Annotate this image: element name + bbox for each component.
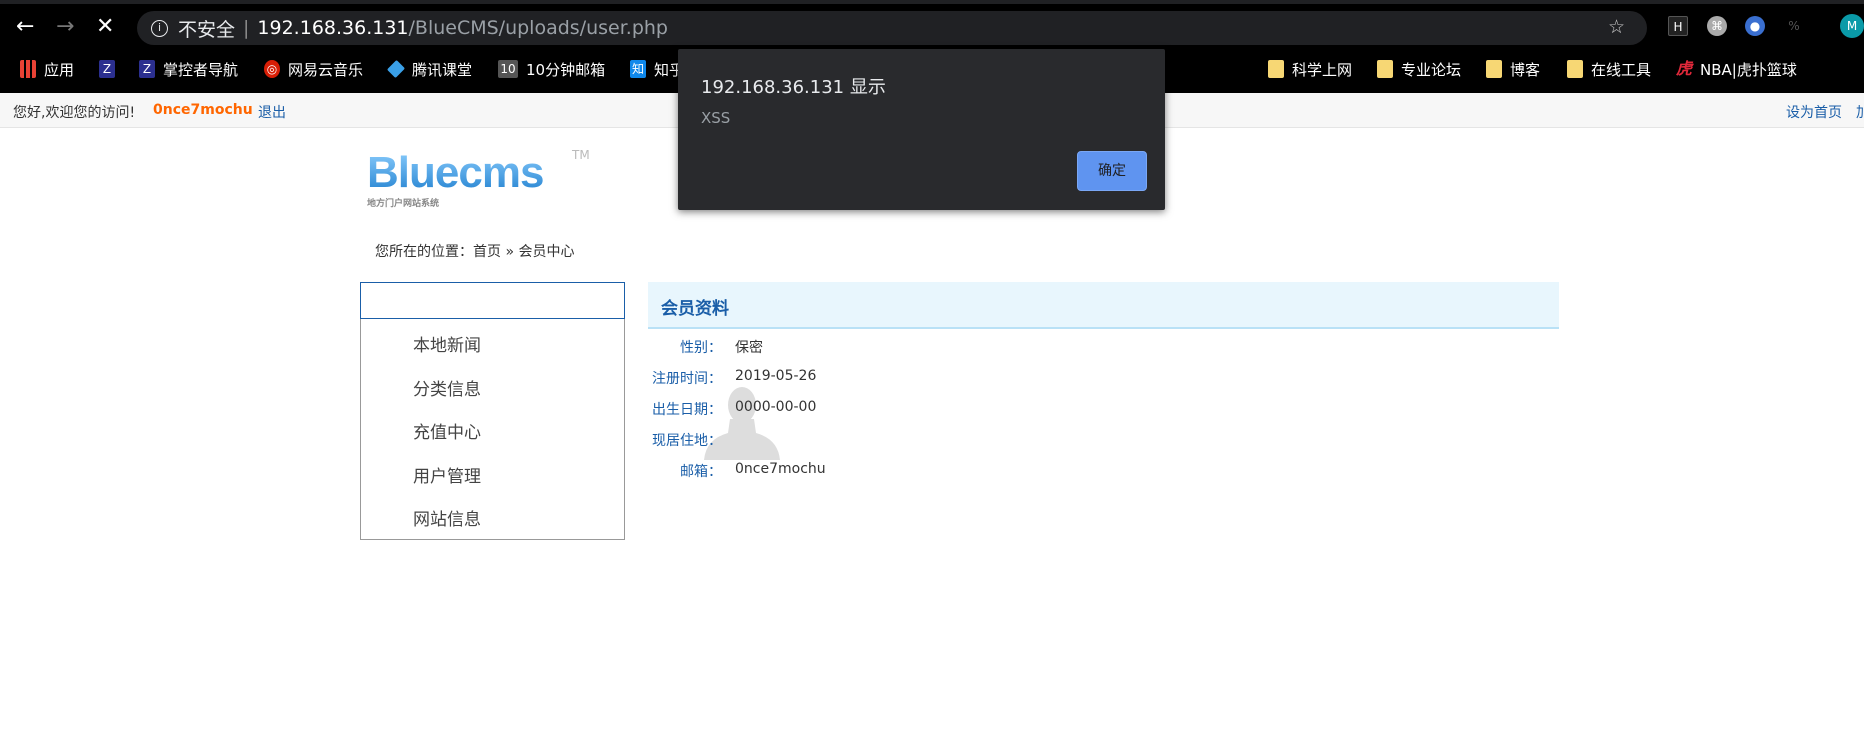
greeting-text: 您好,欢迎您的访问! xyxy=(13,105,136,121)
extension-icon[interactable]: ⌘ xyxy=(1707,16,1727,36)
extension-percent-icon[interactable]: % xyxy=(1784,16,1804,36)
bookmark-star-icon[interactable]: ☆ xyxy=(1608,16,1625,38)
address-bar[interactable]: i 不安全 | 192.168.36.131/BlueCMS/uploads/u… xyxy=(137,11,1647,45)
bluecms-logo[interactable]: Bluecms TM 地方门户网站系统 xyxy=(367,148,590,209)
alert-dialog: 192.168.36.131 显示 XSS 确定 xyxy=(678,49,1165,210)
breadcrumb: 您所在的位置：首页 » 会员中心 xyxy=(375,244,575,260)
zhihu-icon: 知 xyxy=(630,60,646,78)
bookmark-zhangkongzhe[interactable]: Z 掌控者导航 xyxy=(139,59,238,80)
bookmark-shield[interactable]: Z xyxy=(99,60,123,78)
set-homepage-link[interactable]: 设为首页 xyxy=(1786,102,1842,122)
logout-link[interactable]: 退出 xyxy=(258,102,286,122)
username-link[interactable]: 0nce7mochu xyxy=(153,102,253,118)
ten-icon: 10 xyxy=(498,60,518,78)
security-label: 不安全 xyxy=(178,18,236,41)
url-path: /BlueCMS/uploads/user.php xyxy=(408,17,668,39)
sidebar-item-local-news[interactable]: 本地新闻 xyxy=(413,331,481,356)
bookmark-folder-luntan[interactable]: 专业论坛 xyxy=(1377,59,1461,80)
bookmark-zhihu[interactable]: 知知乎 xyxy=(630,59,684,80)
bookmark-label: 腾讯课堂 xyxy=(412,60,473,79)
sidebar-item-site-info[interactable]: 网站信息 xyxy=(413,505,481,530)
info-icon[interactable]: i xyxy=(151,19,168,37)
sidebar-item-user-management[interactable]: 用户管理 xyxy=(413,462,481,487)
sidebar-item-classifieds[interactable]: 分类信息 xyxy=(413,375,481,400)
field-label: 注册时间： xyxy=(652,371,722,387)
panel-title: 会员资料 xyxy=(648,282,1559,329)
field-value: 0nce7mochu xyxy=(735,461,826,477)
globe-extension-icon[interactable]: ● xyxy=(1745,16,1765,36)
dialog-title: 192.168.36.131 显示 xyxy=(701,77,886,98)
divider: | xyxy=(243,17,250,39)
field-value: 2019-05-26 xyxy=(735,368,817,384)
field-label: 性别： xyxy=(680,340,722,356)
folder-icon xyxy=(1377,60,1393,78)
bookmark-label: 应用 xyxy=(44,60,75,79)
sidebar-item-recharge[interactable]: 充值中心 xyxy=(413,418,481,443)
folder-icon xyxy=(1486,60,1502,78)
stop-loading-icon[interactable]: ✕ xyxy=(96,14,114,39)
back-icon[interactable]: ← xyxy=(16,14,34,39)
bookmark-hupu[interactable]: 虎 NBA|虎扑篮球 xyxy=(1676,59,1797,80)
logo-tm: TM xyxy=(572,148,590,162)
bookmark-label: 网易云音乐 xyxy=(288,60,364,79)
profile-panel: 会员资料 xyxy=(648,282,1559,329)
bookmark-apps[interactable]: 应用 xyxy=(20,59,74,80)
shield-icon: Z xyxy=(139,60,155,78)
bookmark-label: 科学上网 xyxy=(1292,60,1353,79)
bookmark-label: 博客 xyxy=(1510,60,1541,79)
logo-text: Bluecms xyxy=(367,148,544,197)
bookmark-folder-kexue[interactable]: 科学上网 xyxy=(1268,59,1352,80)
bookmark-10min-mail[interactable]: 10 10分钟邮箱 xyxy=(498,59,605,80)
bookmark-tencent-classroom[interactable]: 腾讯课堂 xyxy=(386,59,473,80)
bookmark-folder-tools[interactable]: 在线工具 xyxy=(1567,59,1651,80)
forward-icon[interactable]: → xyxy=(56,14,74,39)
extension-h-icon[interactable]: H xyxy=(1668,16,1688,36)
netease-music-icon: ◎ xyxy=(264,60,280,78)
apps-grid-icon xyxy=(20,60,36,78)
bookmark-label: 掌控者导航 xyxy=(163,60,239,79)
field-label: 现居住地： xyxy=(652,433,722,449)
hupu-icon: 虎 xyxy=(1676,59,1693,78)
sidebar-header xyxy=(360,282,625,319)
bookmark-label: 在线工具 xyxy=(1591,60,1652,79)
bookmark-label: NBA|虎扑篮球 xyxy=(1700,60,1797,79)
tab-strip xyxy=(0,0,1864,4)
field-value: 0000-00-00 xyxy=(735,399,817,415)
folder-icon xyxy=(1268,60,1284,78)
bookmark-folder-blog[interactable]: 博客 xyxy=(1486,59,1540,80)
bookmark-netease-music[interactable]: ◎ 网易云音乐 xyxy=(264,59,363,80)
folder-icon xyxy=(1567,60,1583,78)
field-label: 出生日期： xyxy=(652,402,722,418)
ok-button[interactable]: 确定 xyxy=(1077,151,1147,191)
shield-icon: Z xyxy=(99,60,115,78)
dialog-message: XSS xyxy=(701,109,731,127)
bookmark-label: 10分钟邮箱 xyxy=(526,60,606,79)
field-value: 保密 xyxy=(735,340,763,356)
bookmark-label: 专业论坛 xyxy=(1401,60,1462,79)
profile-avatar[interactable]: M xyxy=(1840,14,1864,38)
url-host: 192.168.36.131 xyxy=(257,17,409,39)
add-favorite-link[interactable]: 加 xyxy=(1856,102,1864,122)
tencent-classroom-icon xyxy=(386,59,406,79)
member-sidebar: 本地新闻 分类信息 充值中心 用户管理 网站信息 xyxy=(360,282,625,540)
field-label: 邮箱： xyxy=(680,464,722,480)
